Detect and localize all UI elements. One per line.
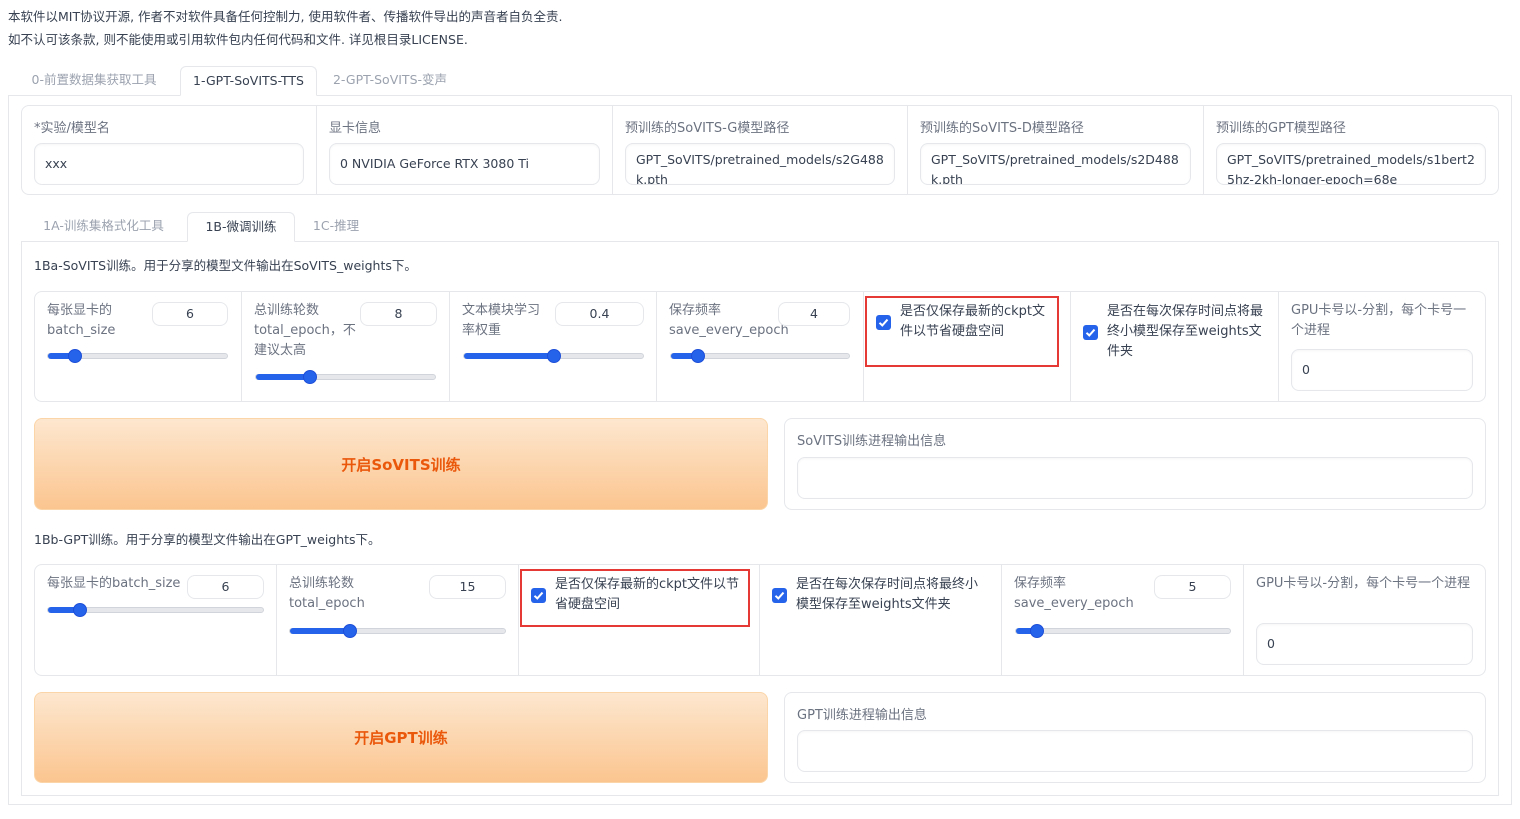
gpt-save-every-input[interactable]: 5 xyxy=(1154,575,1231,599)
text-lr-weight-input[interactable]: 0.4 xyxy=(555,302,644,326)
gpt-save-every-weights-label: 是否在每次保存时间点将最终小模型保存至weights文件夹 xyxy=(796,577,979,612)
text-lr-weight-slider[interactable] xyxy=(463,349,644,363)
sovits-save-every-input[interactable]: 4 xyxy=(778,302,850,326)
sovits-batch-slider[interactable] xyxy=(47,349,228,363)
sovits-batch-label: 每张显卡的batch_size xyxy=(47,303,116,338)
sovits-epoch-slider[interactable] xyxy=(255,370,436,384)
sovits-save-every-label: 保存频率save_every_epoch xyxy=(669,303,789,338)
gpt-batch-label: 每张显卡的batch_size xyxy=(47,576,181,591)
sovits-output-label: SoVITS训练进程输出信息 xyxy=(797,434,947,449)
gpt-save-every-label: 保存频率save_every_epoch xyxy=(1014,576,1134,611)
exp-name-input[interactable]: xxx xyxy=(34,143,304,185)
license-notice-line1: 本软件以MIT协议开源, 作者不对软件具备任何控制力, 使用软件者、传播软件导出… xyxy=(8,9,563,24)
sovits-g-path-label: 预训练的SoVITS-G模型路径 xyxy=(625,121,790,136)
sovits-gpu-numbers-input[interactable]: 0 xyxy=(1291,349,1473,391)
gpu-info-input[interactable]: 0 NVIDIA GeForce RTX 3080 Ti xyxy=(329,143,600,185)
gpt-output-label: GPT训练进程输出信息 xyxy=(797,708,927,723)
tab-gpt-sovits-tts[interactable]: 1-GPT-SoVITS-TTS xyxy=(180,66,317,96)
gpt-gpu-numbers-label: GPU卡号以-分割，每个卡号一个进程 xyxy=(1256,576,1471,591)
gpt-gpu-numbers-input[interactable]: 0 xyxy=(1256,623,1473,665)
sovits-g-path-input[interactable]: GPT_SoVITS/pretrained_models/s2G488k.pth xyxy=(625,143,895,185)
license-notice-line2: 如不认可该条款, 则不能使用或引用软件包内任何代码和文件. 详见根目录LICEN… xyxy=(8,32,468,47)
gpt-epoch-slider[interactable] xyxy=(289,624,506,638)
tab-dataset-tools[interactable]: 0-前置数据集获取工具 xyxy=(14,66,174,96)
sovits-save-every-weights-label: 是否在每次保存时间点将最终小模型保存至weights文件夹 xyxy=(1107,304,1264,359)
gpt-section-title: 1Bb-GPT训练。用于分享的模型文件输出在GPT_weights下。 xyxy=(34,532,381,547)
gpt-output-textbox[interactable] xyxy=(797,730,1473,772)
gpt-save-latest-checkbox[interactable] xyxy=(531,588,546,603)
sovits-save-latest-checkbox[interactable] xyxy=(876,315,891,330)
gpt-batch-input[interactable]: 6 xyxy=(187,575,264,599)
tab-dataset-format[interactable]: 1A-训练集格式化工具 xyxy=(26,212,181,242)
text-lr-weight-label: 文本模块学习率权重 xyxy=(462,303,541,338)
exp-name-label: *实验/模型名 xyxy=(34,121,110,136)
start-gpt-training-button[interactable]: 开启GPT训练 xyxy=(34,692,768,783)
sovits-gpu-numbers-label: GPU卡号以-分割，每个卡号一个进程 xyxy=(1291,303,1467,338)
sovits-section-title: 1Ba-SoVITS训练。用于分享的模型文件输出在SoVITS_weights下… xyxy=(34,258,417,273)
gpt-path-label: 预训练的GPT模型路径 xyxy=(1216,121,1346,136)
tab-inference[interactable]: 1C-推理 xyxy=(300,212,372,242)
sovits-d-path-input[interactable]: GPT_SoVITS/pretrained_models/s2D488k.pth xyxy=(920,143,1191,185)
sovits-save-every-slider[interactable] xyxy=(670,349,850,363)
gpt-epoch-label: 总训练轮数total_epoch xyxy=(289,576,365,611)
gpt-save-every-weights-checkbox[interactable] xyxy=(772,588,787,603)
gpt-save-latest-label: 是否仅保存最新的ckpt文件以节省硬盘空间 xyxy=(555,577,740,612)
sovits-save-every-weights-checkbox[interactable] xyxy=(1083,325,1098,340)
gpt-batch-slider[interactable] xyxy=(47,603,264,617)
sovits-epoch-label: 总训练轮数total_epoch，不建议太高 xyxy=(254,303,356,358)
tab-voice-change[interactable]: 2-GPT-SoVITS-变声 xyxy=(322,66,458,96)
start-sovits-training-button[interactable]: 开启SoVITS训练 xyxy=(34,418,768,510)
sovits-epoch-input[interactable]: 8 xyxy=(360,302,437,326)
gpt-path-input[interactable]: GPT_SoVITS/pretrained_models/s1bert25hz-… xyxy=(1216,143,1486,185)
gpu-info-label: 显卡信息 xyxy=(329,121,382,136)
gpt-epoch-input[interactable]: 15 xyxy=(429,575,506,599)
sovits-output-textbox[interactable] xyxy=(797,457,1473,499)
tab-finetune[interactable]: 1B-微调训练 xyxy=(187,212,295,242)
sovits-batch-input[interactable]: 6 xyxy=(152,302,228,326)
gpt-save-every-slider[interactable] xyxy=(1015,624,1231,638)
sovits-save-latest-label: 是否仅保存最新的ckpt文件以节省硬盘空间 xyxy=(900,304,1046,339)
sovits-d-path-label: 预训练的SoVITS-D模型路径 xyxy=(920,121,1084,136)
